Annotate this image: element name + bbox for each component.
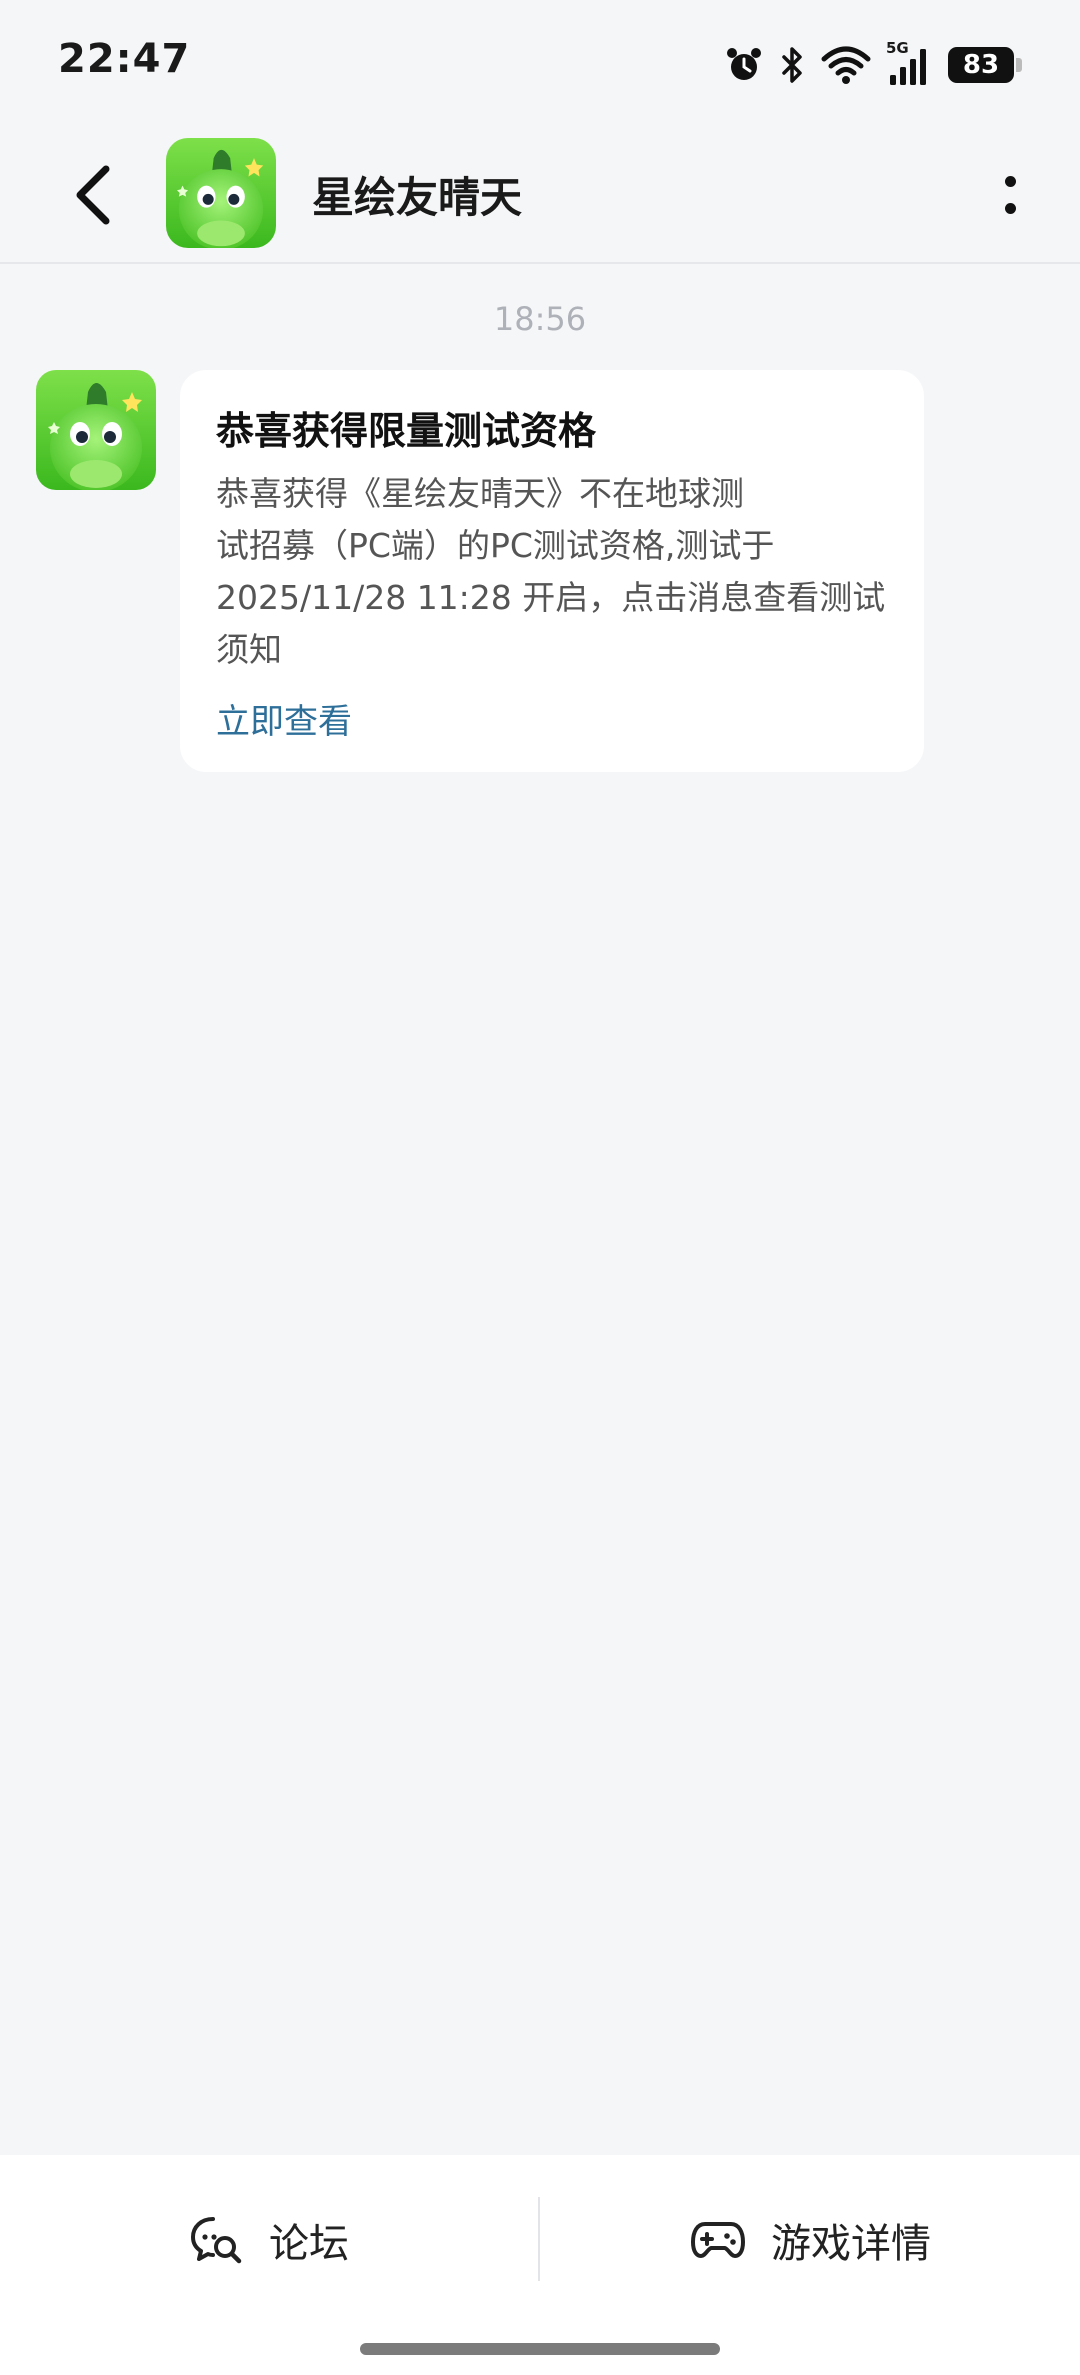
game-details-button[interactable]: 游戏详情 xyxy=(542,2155,1080,2325)
network-label: 5G xyxy=(886,39,909,57)
chat-search-icon xyxy=(191,2217,242,2264)
home-indicator[interactable] xyxy=(360,2343,720,2355)
status-time: 22:47 xyxy=(58,36,191,82)
message-card[interactable]: 恭喜获得限量测试资格 恭喜获得《星绘友晴天》不在地球测 试招募（PC端）的PC测… xyxy=(180,370,924,772)
dinosaur-avatar-icon xyxy=(36,370,156,490)
wifi-icon xyxy=(820,45,872,85)
forum-label: 论坛 xyxy=(269,2221,349,2267)
status-icons: 5G 83 xyxy=(710,39,1022,90)
message-body: 恭喜获得《星绘友晴天》不在地球测 试招募（PC端）的PC测试资格,测试于 202… xyxy=(216,468,888,676)
message-title: 恭喜获得限量测试资格 xyxy=(216,409,597,453)
game-avatar[interactable] xyxy=(166,138,276,248)
bottom-divider xyxy=(538,2197,540,2281)
dinosaur-avatar-icon xyxy=(166,138,276,248)
battery-level: 83 xyxy=(948,47,1022,83)
chat-header: 星绘友晴天 xyxy=(0,130,1080,264)
chevron-left-icon xyxy=(76,165,110,225)
message-timestamp: 18:56 xyxy=(493,300,587,338)
bluetooth-icon xyxy=(778,45,806,85)
message-body-line: 试招募（PC端）的PC测试资格,测试于 xyxy=(216,526,775,565)
chat-title: 星绘友晴天 xyxy=(312,173,523,222)
message-body-line: 恭喜获得《星绘友晴天》不在地球测 xyxy=(216,474,744,513)
back-button[interactable] xyxy=(52,155,132,235)
forum-button[interactable]: 论坛 xyxy=(0,2155,538,2325)
sender-avatar[interactable] xyxy=(36,370,156,490)
battery-icon: 83 xyxy=(948,47,1022,83)
game-details-label: 游戏详情 xyxy=(771,2221,931,2267)
chat-screen: 22:47 5G 83 星绘友晴天 18:56 恭喜获得限量测试资格 恭喜获得《… xyxy=(0,0,1080,2375)
message-body-line: 须知 xyxy=(216,630,282,669)
more-options-button[interactable] xyxy=(980,160,1040,230)
gamepad-icon xyxy=(691,2222,745,2258)
view-now-link[interactable]: 立即查看 xyxy=(216,694,888,743)
signal-icon: 5G xyxy=(886,39,934,87)
status-bar: 22:47 5G 83 xyxy=(0,0,1080,130)
message-body-line: 2025/11/28 11:28 开启，点击消息查看测试 xyxy=(216,578,886,617)
more-vertical-icon xyxy=(1004,176,1016,187)
bottom-action-bar: 论坛 游戏详情 xyxy=(0,2155,1080,2375)
alarm-icon xyxy=(724,45,764,85)
